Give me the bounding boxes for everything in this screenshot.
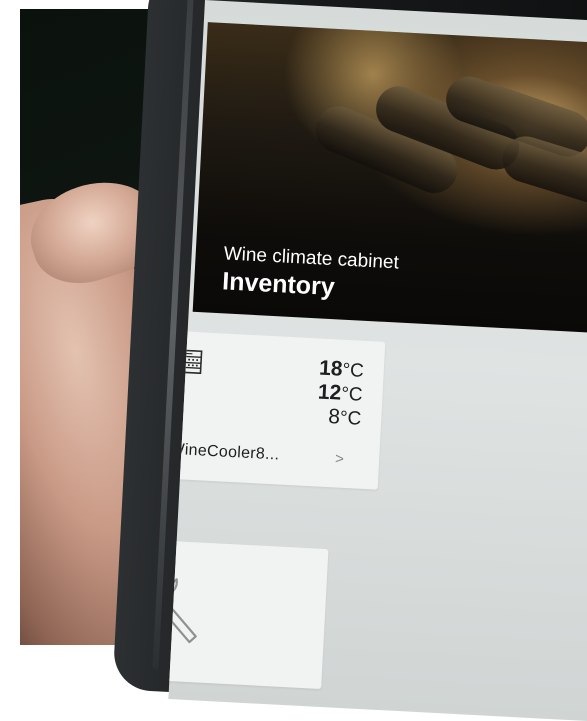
device-name: WineCooler8... (169, 441, 280, 465)
hero-banner[interactable]: Wine climate cabinet Inventory (193, 22, 587, 334)
hero-title: Inventory (222, 267, 336, 302)
device-tile[interactable]: 18°C 12°C 8°C WineCooler8... > (168, 330, 385, 490)
temperature-zone-2: 12°C (317, 380, 363, 406)
chevron-right-icon[interactable]: > (335, 450, 345, 467)
temperature-list: 18°C 12°C 8°C (316, 356, 364, 430)
wrench-icon (168, 561, 219, 645)
temperature-zone-3: 8°C (316, 404, 362, 430)
temperature-zone-1: 18°C (319, 356, 365, 382)
phone-screen: Wine climate cabinet Inventory 18°C 12°C… (168, 0, 587, 721)
service-tile[interactable] (168, 538, 328, 689)
